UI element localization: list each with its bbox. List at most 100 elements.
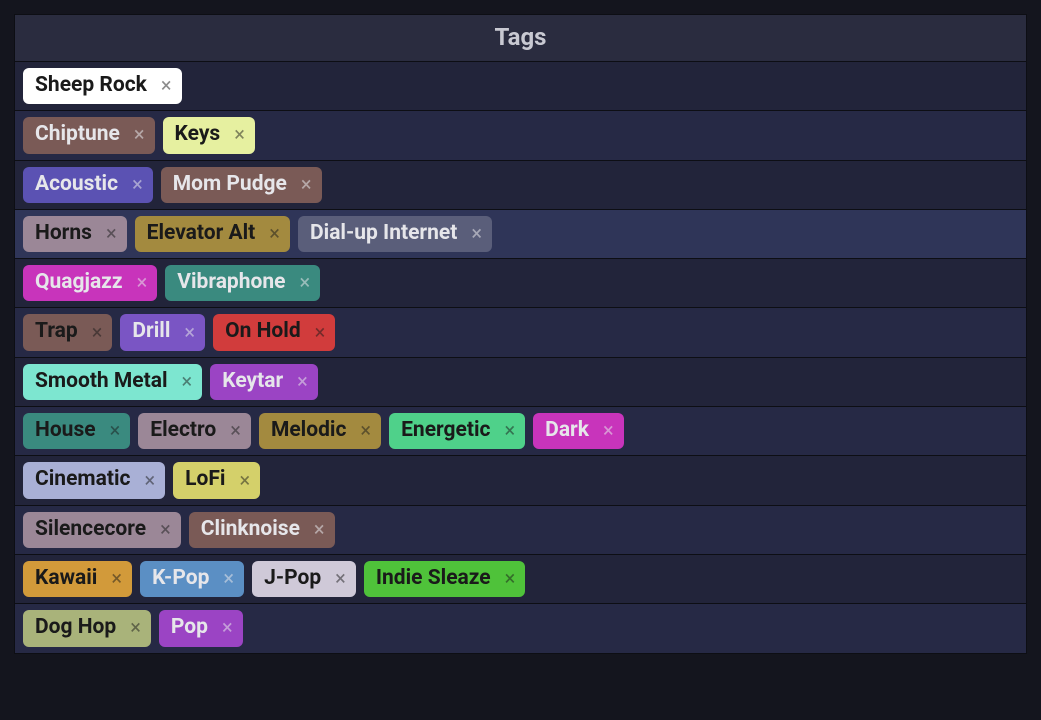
tag-row: Kawaii × K-Pop × J-Pop × Indie Sleaze × [15,555,1026,604]
tag-label: On Hold [225,318,301,345]
tag-chip[interactable]: On Hold × [213,314,335,350]
close-icon[interactable]: × [315,322,326,343]
tag-chip[interactable]: Horns × [23,216,127,252]
tag-label: K-Pop [152,565,209,592]
close-icon[interactable]: × [111,568,122,589]
tag-chip[interactable]: House× [23,413,130,449]
tag-row: Sheep Rock × [15,62,1026,111]
close-icon[interactable]: × [297,371,308,392]
tag-label: Silencecore [35,516,146,543]
close-icon[interactable]: × [603,420,614,441]
tag-label: Elevator Alt [147,220,256,247]
close-icon[interactable]: × [223,568,234,589]
tag-chip[interactable]: Keys × [163,117,255,153]
tag-row: Trap× Drill × On Hold × [15,308,1026,357]
tag-row: Acoustic × Mom Pudge × [15,161,1026,210]
tag-chip[interactable]: Keytar× [210,364,318,400]
tag-chip[interactable]: Quagjazz × [23,265,157,301]
tag-label: Chiptune [35,121,120,148]
tag-chip[interactable]: Silencecore × [23,512,181,548]
tag-chip[interactable]: K-Pop × [140,561,244,597]
tag-chip[interactable]: Elevator Alt × [135,216,290,252]
close-icon[interactable]: × [92,322,103,343]
tag-chip[interactable]: Chiptune × [23,117,155,153]
close-icon[interactable]: × [471,223,482,244]
close-icon[interactable]: × [134,124,145,145]
tag-row: Horns × Elevator Alt × Dial-up Internet × [15,210,1026,259]
close-icon[interactable]: × [335,568,346,589]
tag-chip[interactable]: Acoustic × [23,167,153,203]
tag-label: Kawaii [35,565,97,592]
close-icon[interactable]: × [182,371,193,392]
close-icon[interactable]: × [160,519,171,540]
close-icon[interactable]: × [299,272,310,293]
tag-row: Silencecore × Clinknoise × [15,506,1026,555]
tag-chip[interactable]: Mom Pudge × [161,167,322,203]
tag-chip[interactable]: Drill × [120,314,205,350]
close-icon[interactable]: × [239,470,250,491]
close-icon[interactable]: × [137,272,148,293]
panel-title: Tags [15,15,1026,62]
tag-chip[interactable]: Kawaii × [23,561,132,597]
tag-label: Dog Hop [35,614,116,641]
tag-chip[interactable]: Pop × [159,610,243,646]
tag-label: Cinematic [35,466,130,493]
tag-label: Clinknoise [201,516,300,543]
tag-label: LoFi [185,466,225,493]
tag-row: Cinematic × LoFi × [15,456,1026,505]
tag-label: Keys [175,121,221,148]
close-icon[interactable]: × [132,174,143,195]
tag-label: Smooth Metal [35,368,168,395]
tag-chip[interactable]: Cinematic × [23,462,165,498]
close-icon[interactable]: × [184,322,195,343]
tag-chip[interactable]: Smooth Metal × [23,364,202,400]
tag-chip[interactable]: Trap× [23,314,112,350]
tag-chip[interactable]: Clinknoise × [189,512,335,548]
tag-label: Melodic [271,417,346,444]
tag-chip[interactable]: Sheep Rock × [23,68,182,104]
tags-panel: Tags Sheep Rock × Chiptune × Keys × Acoustic × M… [14,14,1027,654]
close-icon[interactable]: × [269,223,280,244]
close-icon[interactable]: × [314,519,325,540]
tag-label: Dial-up Internet [310,220,457,247]
tag-label: Indie Sleaze [376,565,491,592]
close-icon[interactable]: × [230,420,241,441]
close-icon[interactable]: × [110,420,121,441]
tag-chip[interactable]: J-Pop × [252,561,356,597]
tag-label: Horns [35,220,92,247]
tag-chip[interactable]: Vibraphone× [165,265,320,301]
tag-label: Dark [545,417,589,444]
close-icon[interactable]: × [301,174,312,195]
tag-label: Drill [132,318,170,345]
close-icon[interactable]: × [222,617,233,638]
tag-chip[interactable]: Electro × [138,413,251,449]
tag-row: Dog Hop × Pop × [15,604,1026,652]
close-icon[interactable]: × [360,420,371,441]
close-icon[interactable]: × [130,617,141,638]
tag-row: Quagjazz×Vibraphone× [15,259,1026,308]
tag-label: Mom Pudge [173,171,287,198]
tag-chip[interactable]: Melodic × [259,413,381,449]
close-icon[interactable]: × [504,420,515,441]
tag-row: House×Electro×Melodic×Energetic×Dark× [15,407,1026,456]
tag-chip[interactable]: Dial-up Internet × [298,216,492,252]
tag-label: J-Pop [264,565,321,592]
close-icon[interactable]: × [505,568,516,589]
tag-chip[interactable]: Indie Sleaze × [364,561,525,597]
close-icon[interactable]: × [234,124,245,145]
tag-row: Smooth Metal×Keytar× [15,358,1026,407]
tag-chip[interactable]: Dark × [533,413,623,449]
tag-label: Pop [171,614,208,641]
close-icon[interactable]: × [106,223,117,244]
tag-label: Quagjazz [35,269,123,296]
tag-chip[interactable]: Dog Hop × [23,610,151,646]
close-icon[interactable]: × [161,75,172,96]
tag-chip[interactable]: Energetic× [389,413,525,449]
tag-chip[interactable]: LoFi × [173,462,260,498]
tag-label: Acoustic [35,171,118,198]
tag-label: Electro [150,417,216,444]
tag-row: Chiptune × Keys × [15,111,1026,160]
tag-rows: Sheep Rock × Chiptune × Keys × Acoustic × Mom Pu… [15,62,1026,653]
close-icon[interactable]: × [144,470,155,491]
tag-label: Sheep Rock [35,72,147,99]
